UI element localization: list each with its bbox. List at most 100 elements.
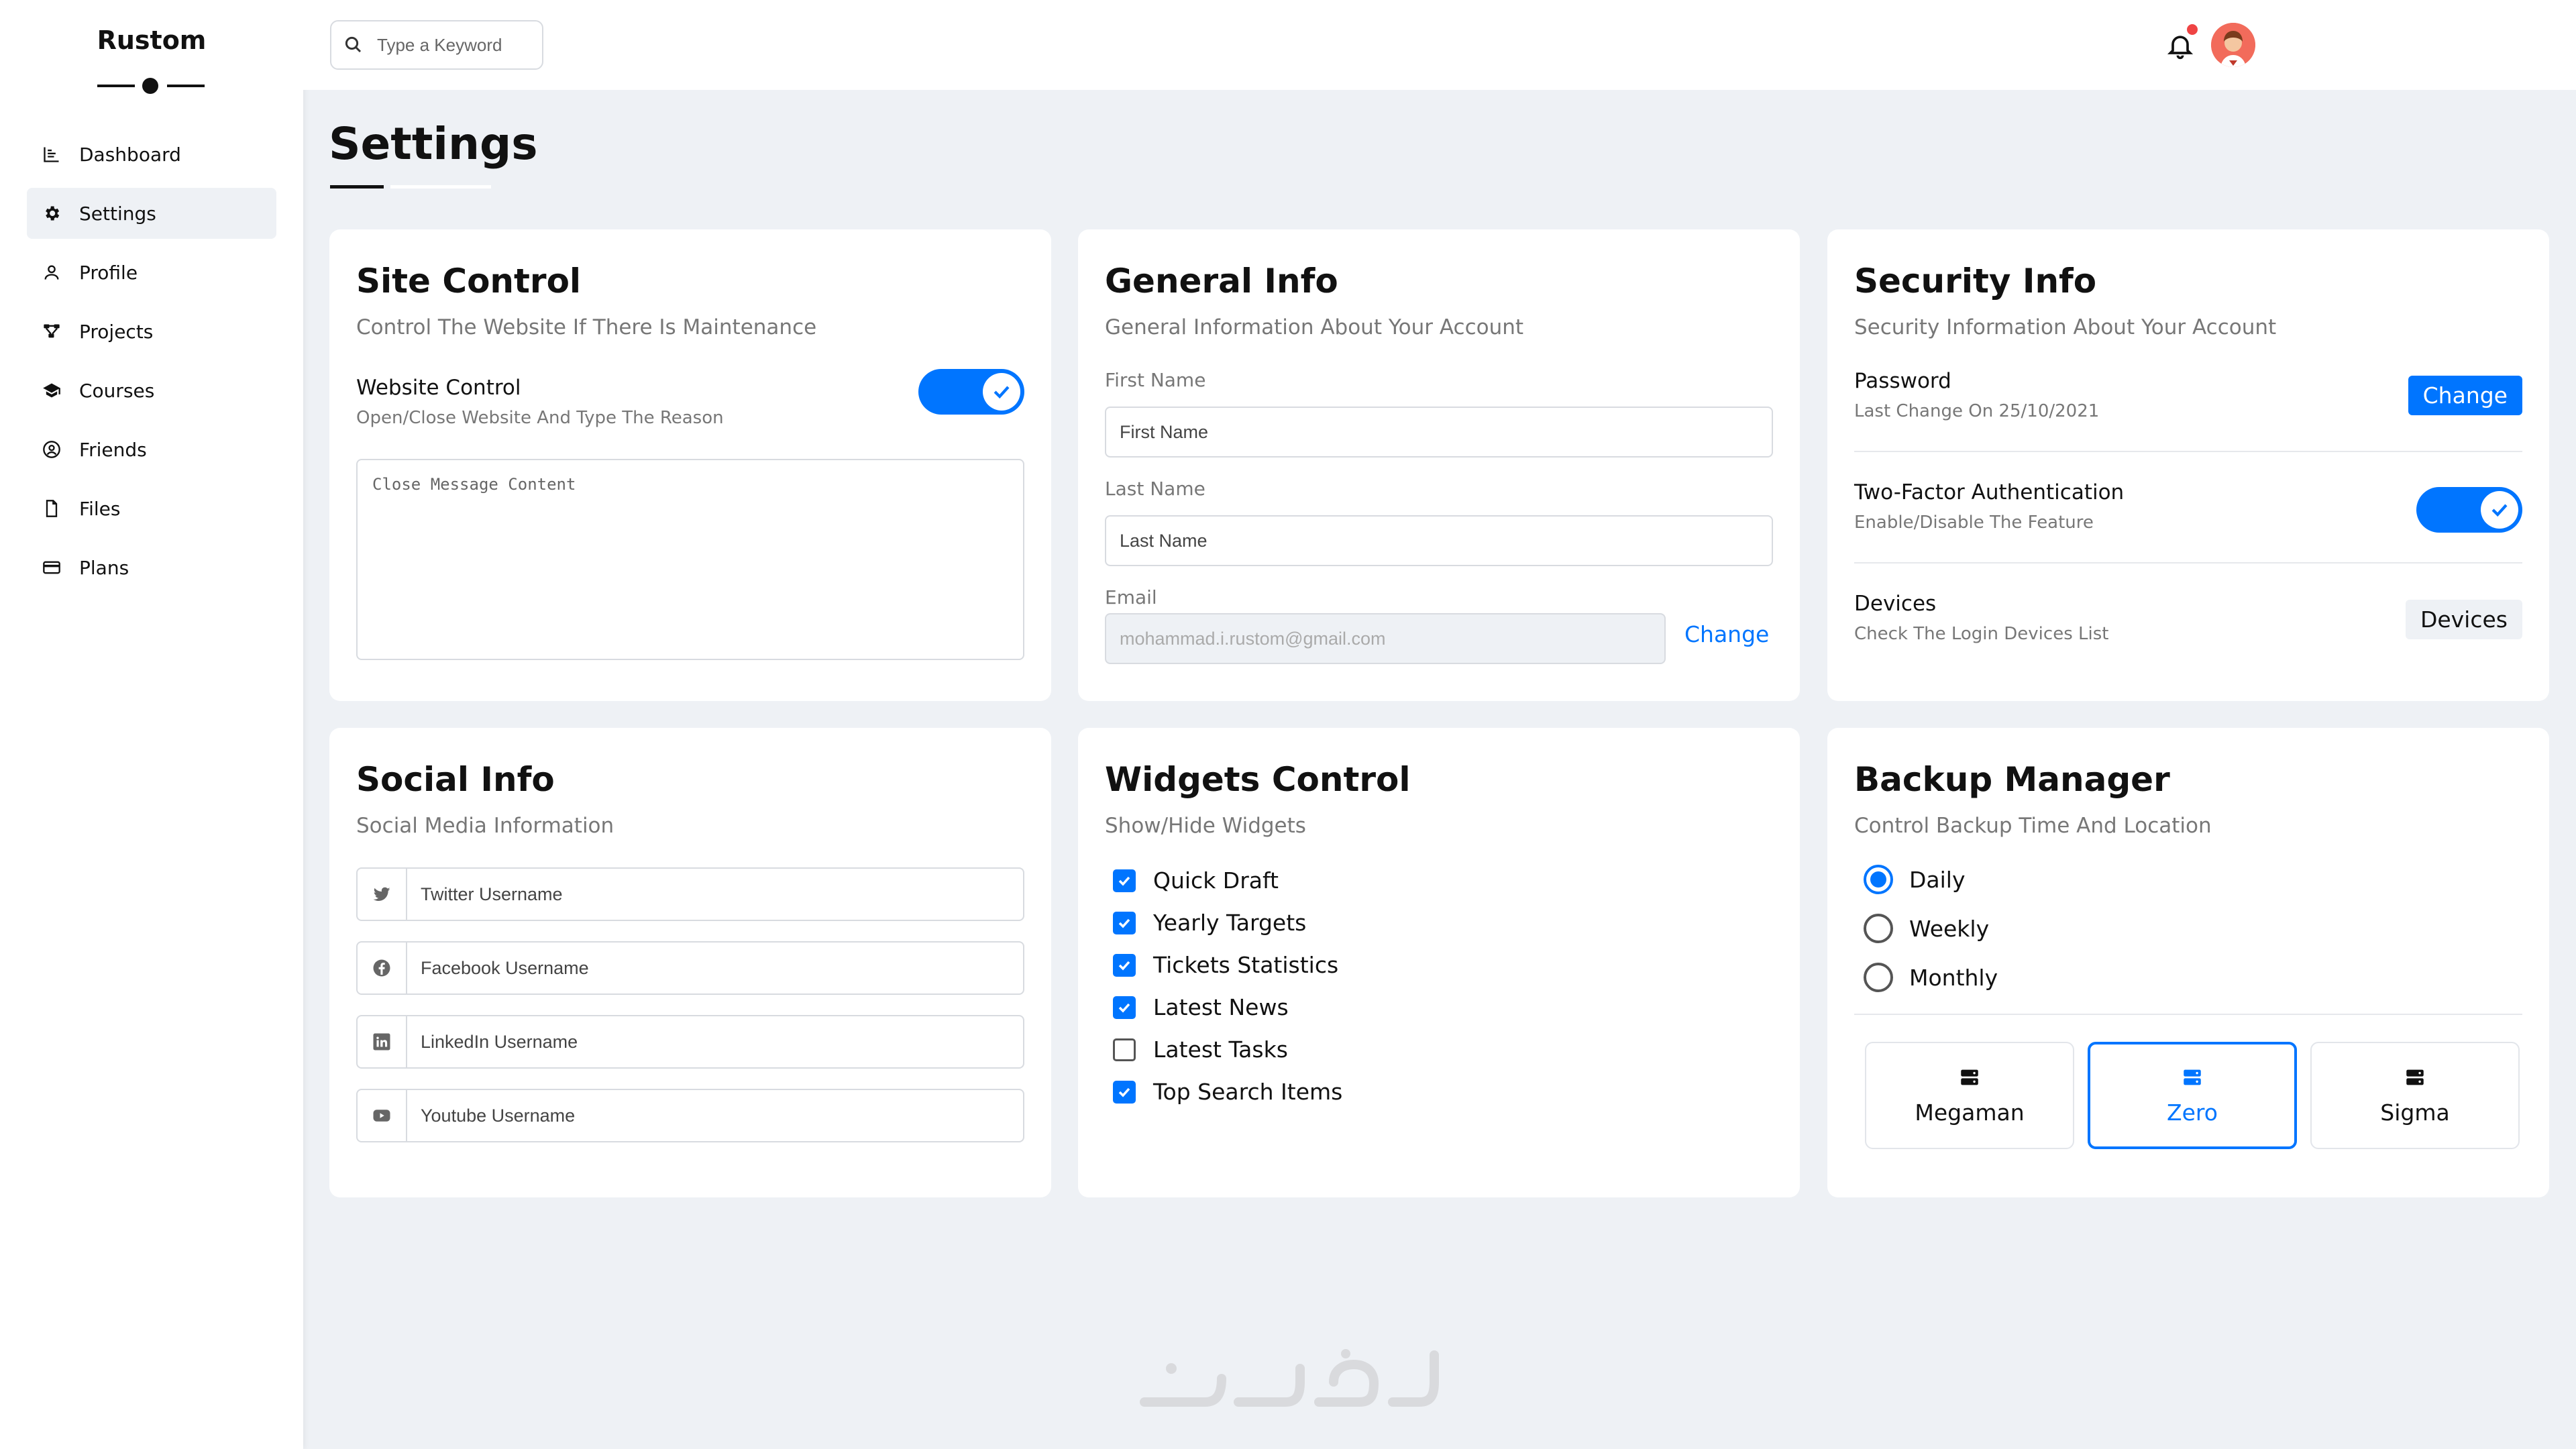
first-name-field[interactable] xyxy=(1105,407,1773,458)
linkedin-username-input[interactable] xyxy=(407,1016,1023,1067)
card-subtitle: Control Backup Time And Location xyxy=(1854,814,2212,838)
card-title: General Info xyxy=(1105,262,1338,301)
server-option-sigma[interactable]: Sigma xyxy=(2310,1042,2520,1149)
social-info-card: Social Info Social Media Information xyxy=(329,728,1051,1197)
user-circle-icon xyxy=(42,439,62,460)
first-name-label: First Name xyxy=(1105,369,1206,391)
widget-label: Top Search Items xyxy=(1153,1079,1343,1105)
user-icon xyxy=(42,262,62,282)
radio-label: Monthly xyxy=(1909,964,1998,991)
title-underline-light xyxy=(390,185,491,189)
title-underline xyxy=(330,185,384,189)
widget-checkbox-yearly-targets[interactable]: Yearly Targets xyxy=(1113,910,1306,936)
card-title: Backup Manager xyxy=(1854,760,2170,799)
youtube-field-row xyxy=(356,1089,1024,1142)
card-subtitle: Control The Website If There Is Maintena… xyxy=(356,315,817,339)
checkbox-checked xyxy=(1113,911,1136,934)
password-title: Password xyxy=(1854,369,1951,393)
backup-manager-card: Backup Manager Control Backup Time And L… xyxy=(1827,728,2549,1197)
radio-label: Weekly xyxy=(1909,915,1990,942)
linkedin-field-row xyxy=(356,1015,1024,1069)
sidebar-item-settings[interactable]: Settings xyxy=(27,188,276,239)
sidebar-item-plans[interactable]: Plans xyxy=(27,542,276,593)
server-icon xyxy=(2406,1069,2424,1085)
website-control-sub: Open/Close Website And Type The Reason xyxy=(356,408,724,428)
sidebar-item-label: Files xyxy=(79,497,121,520)
sidebar-item-projects[interactable]: Projects xyxy=(27,306,276,357)
widget-label: Yearly Targets xyxy=(1153,910,1307,936)
backup-radio-daily[interactable]: Daily xyxy=(1864,865,1966,894)
website-control-toggle[interactable] xyxy=(918,369,1024,415)
chart-icon xyxy=(42,144,62,164)
card-title: Social Info xyxy=(356,760,555,799)
last-name-label: Last Name xyxy=(1105,478,1205,500)
search-box[interactable] xyxy=(330,20,543,70)
sidebar: Rustom Dashboard Settings Profile Projec… xyxy=(0,0,303,1449)
radio-label: Daily xyxy=(1909,866,1966,893)
twofa-toggle[interactable] xyxy=(2416,487,2522,533)
twitter-username-input[interactable] xyxy=(407,869,1023,920)
sidebar-item-label: Plans xyxy=(79,556,129,579)
email-label: Email xyxy=(1105,586,1157,608)
page-title: Settings xyxy=(329,118,538,170)
widget-checkbox-latest-tasks[interactable]: Latest Tasks xyxy=(1113,1036,1288,1063)
card-subtitle: General Information About Your Account xyxy=(1105,315,1524,339)
checkbox-checked xyxy=(1113,1080,1136,1104)
sidebar-item-courses[interactable]: Courses xyxy=(27,365,276,416)
backup-radio-weekly[interactable]: Weekly xyxy=(1864,914,1989,943)
sidebar-item-files[interactable]: Files xyxy=(27,483,276,534)
sidebar-item-label: Profile xyxy=(79,261,138,284)
card-title: Site Control xyxy=(356,262,582,301)
card-subtitle: Show/Hide Widgets xyxy=(1105,814,1306,838)
card-title: Security Info xyxy=(1854,262,2097,301)
checkbox-checked xyxy=(1113,996,1136,1019)
devices-button[interactable]: Devices xyxy=(2405,600,2522,639)
widget-checkbox-tickets-statistics[interactable]: Tickets Statistics xyxy=(1113,952,1338,978)
server-icon xyxy=(1961,1069,1978,1085)
sidebar-item-label: Friends xyxy=(79,438,147,461)
credit-card-icon xyxy=(42,557,62,578)
server-icon xyxy=(2184,1069,2201,1085)
watermark-logo xyxy=(1140,1349,1439,1407)
general-info-card: General Info General Information About Y… xyxy=(1078,229,1800,701)
avatar[interactable] xyxy=(2211,23,2255,67)
linkedin-icon xyxy=(358,1016,407,1067)
sidebar-item-profile[interactable]: Profile xyxy=(27,247,276,298)
email-change-link[interactable]: Change xyxy=(1684,621,1769,647)
sidebar-nav: Dashboard Settings Profile Projects Cour… xyxy=(27,129,276,601)
website-control-title: Website Control xyxy=(356,376,521,400)
app-logo: Rustom xyxy=(97,25,207,55)
card-subtitle: Security Information About Your Account xyxy=(1854,315,2277,339)
sidebar-item-friends[interactable]: Friends xyxy=(27,424,276,475)
card-subtitle: Social Media Information xyxy=(356,814,614,838)
divider xyxy=(1854,451,2522,452)
close-message-textarea[interactable] xyxy=(356,459,1024,660)
file-icon xyxy=(42,498,62,519)
youtube-username-input[interactable] xyxy=(407,1090,1023,1141)
widget-checkbox-top-search-items[interactable]: Top Search Items xyxy=(1113,1079,1342,1105)
password-change-button[interactable]: Change xyxy=(2408,376,2522,415)
facebook-field-row xyxy=(356,941,1024,995)
sidebar-item-dashboard[interactable]: Dashboard xyxy=(27,129,276,180)
widget-checkbox-latest-news[interactable]: Latest News xyxy=(1113,994,1289,1020)
facebook-username-input[interactable] xyxy=(407,943,1023,994)
project-icon xyxy=(42,321,62,341)
divider xyxy=(1854,562,2522,564)
twofa-sub: Enable/Disable The Feature xyxy=(1854,513,2094,533)
backup-radio-monthly[interactable]: Monthly xyxy=(1864,963,1998,992)
devices-title: Devices xyxy=(1854,592,1937,616)
server-label: Sigma xyxy=(2380,1099,2450,1126)
checkbox-unchecked xyxy=(1113,1038,1136,1061)
card-title: Widgets Control xyxy=(1105,760,1411,799)
widget-label: Latest News xyxy=(1153,994,1289,1020)
search-icon xyxy=(345,36,362,53)
search-input[interactable] xyxy=(377,34,531,56)
widget-label: Quick Draft xyxy=(1153,867,1279,894)
server-option-zero[interactable]: Zero xyxy=(2088,1042,2297,1149)
last-name-field[interactable] xyxy=(1105,515,1773,566)
sidebar-item-label: Projects xyxy=(79,320,154,343)
widget-checkbox-quick-draft[interactable]: Quick Draft xyxy=(1113,867,1279,894)
facebook-icon xyxy=(358,943,407,994)
server-option-megaman[interactable]: Megaman xyxy=(1865,1042,2074,1149)
twitter-field-row xyxy=(356,867,1024,921)
